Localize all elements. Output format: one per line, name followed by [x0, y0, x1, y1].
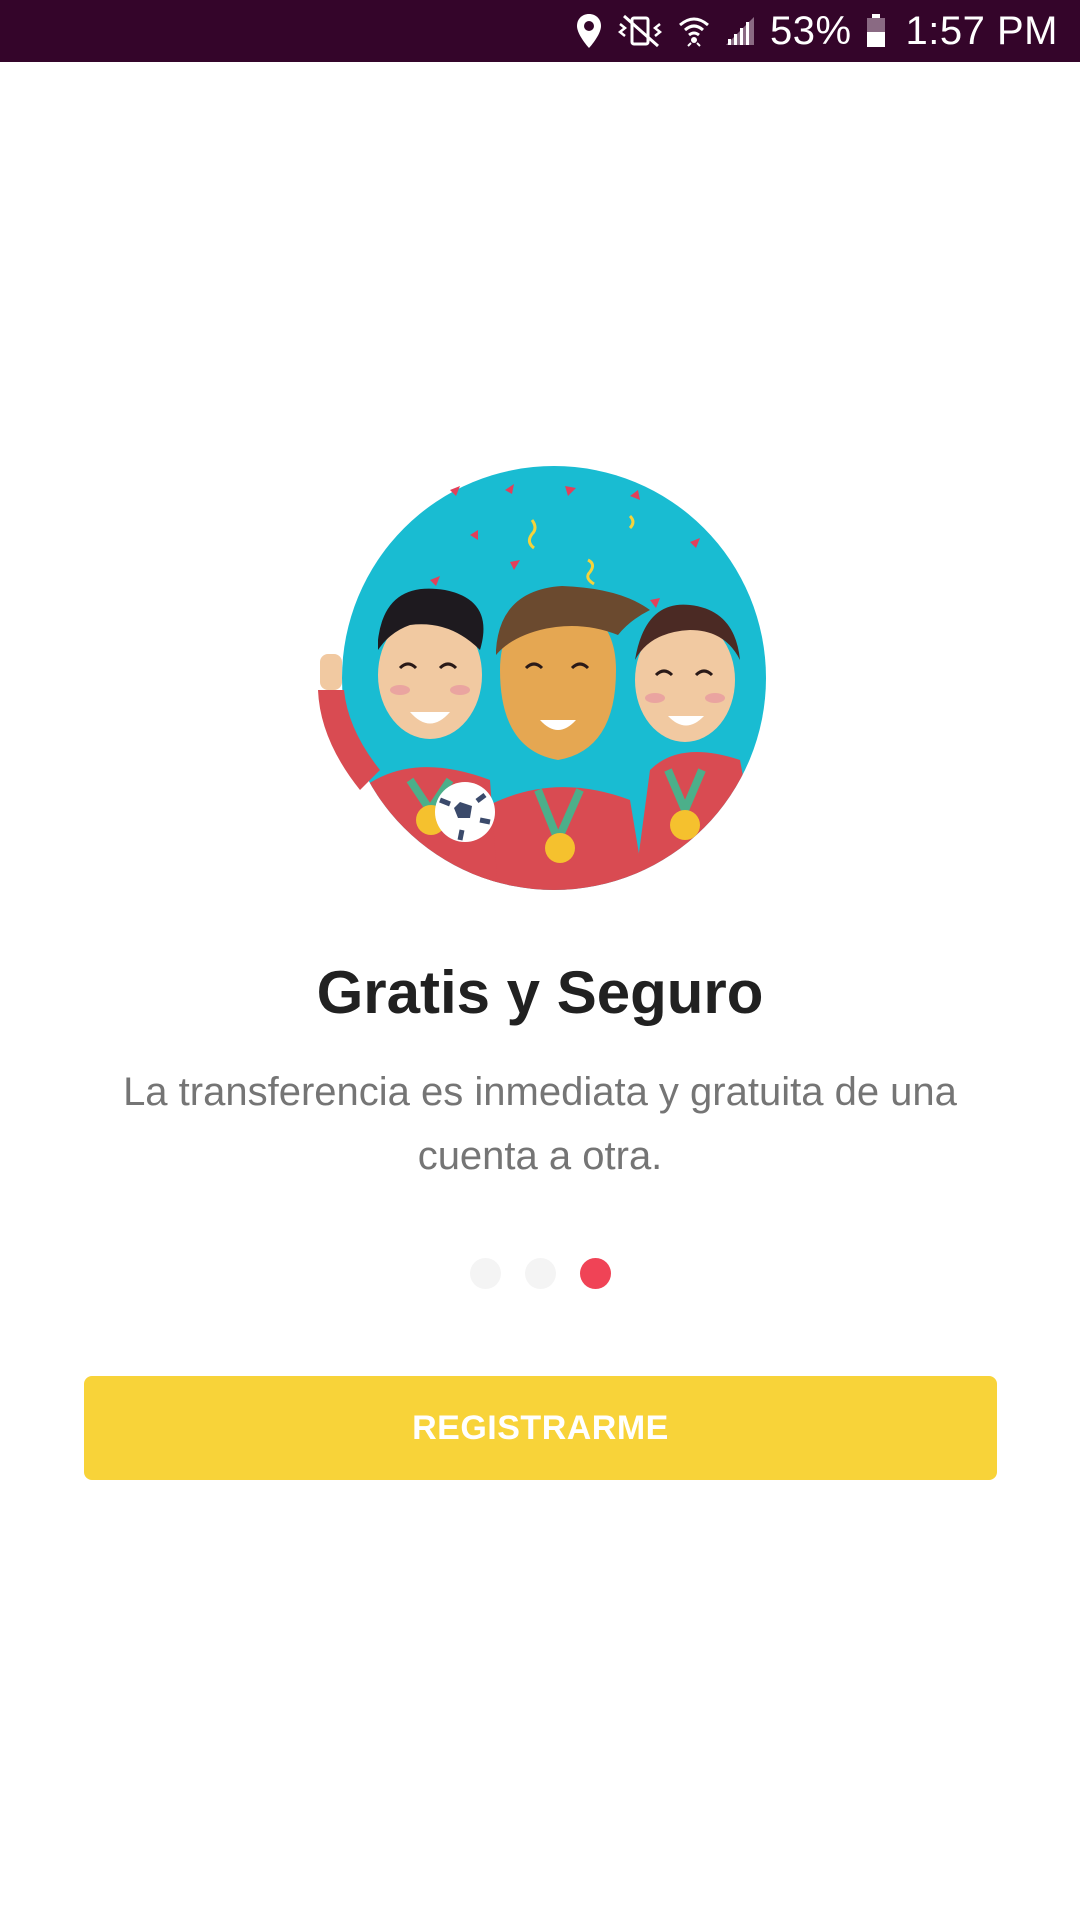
wifi-icon [678, 13, 710, 49]
page-indicator-dot-1 [469, 1258, 501, 1289]
left-player-head [378, 588, 484, 739]
page-indicator-dot-3-active [579, 1258, 611, 1289]
onboarding-description: La transferencia es inmediata y gratuita… [123, 1070, 957, 1178]
battery-percent: 53% [769, 8, 852, 53]
page-indicator-dot-2 [524, 1258, 556, 1289]
signal-icon [724, 15, 756, 47]
onboarding-title: Gratis y Seguro [316, 959, 764, 1026]
vibrate-off-icon [616, 14, 664, 48]
register-button[interactable]: REGISTRARME [84, 1376, 997, 1480]
soccer-ball [435, 782, 495, 842]
location-icon [576, 13, 602, 49]
page-indicator [0, 1258, 1080, 1290]
players-celebration-illustration [300, 450, 780, 910]
status-clock: 1:57 PM [905, 8, 1058, 53]
raised-hand [320, 654, 342, 690]
status-bar: 53% 1:57 PM [0, 0, 1080, 62]
battery-icon [866, 14, 886, 48]
